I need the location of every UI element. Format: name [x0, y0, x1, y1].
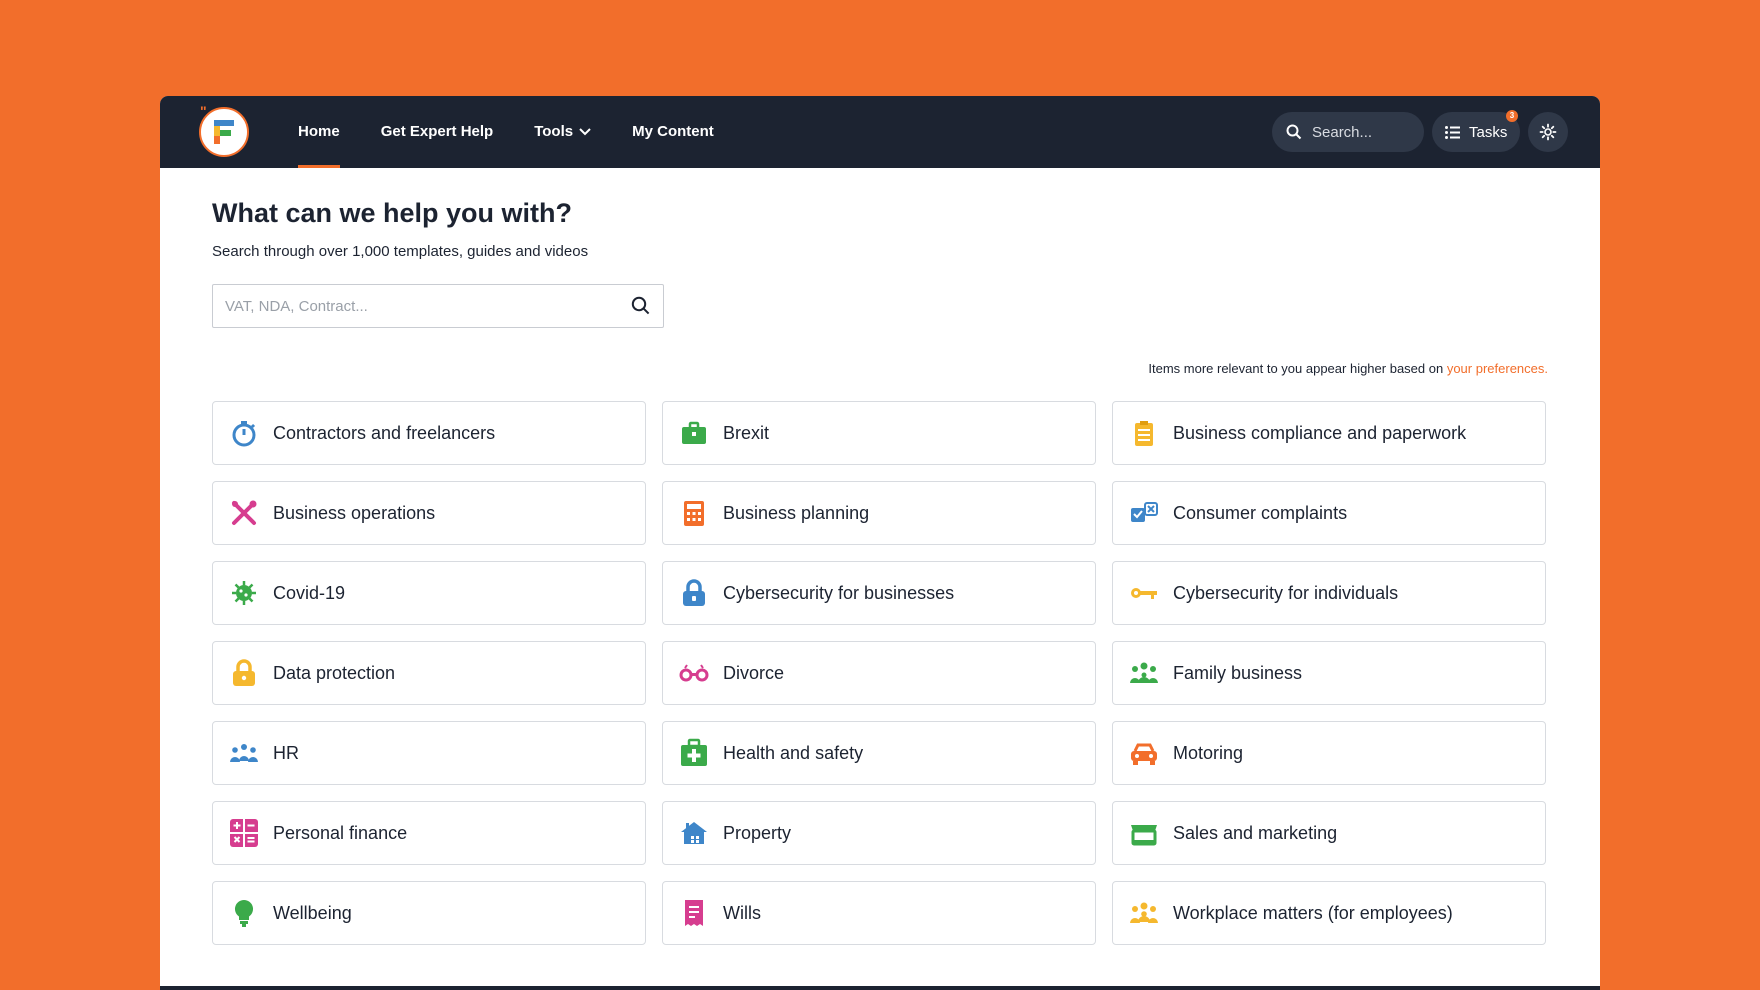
- category-card-11[interactable]: Family business: [1112, 641, 1546, 705]
- preferences-note: Items more relevant to you appear higher…: [1148, 361, 1548, 376]
- category-card-8[interactable]: Cybersecurity for individuals: [1112, 561, 1546, 625]
- lightbulb-icon: [229, 898, 259, 928]
- logo-icon: [214, 120, 234, 144]
- category-label: Workplace matters (for employees): [1173, 902, 1453, 923]
- category-card-0[interactable]: Contractors and freelancers: [212, 401, 646, 465]
- car-icon: [1129, 738, 1159, 768]
- category-card-5[interactable]: Consumer complaints: [1112, 481, 1546, 545]
- category-label: Wellbeing: [273, 902, 352, 923]
- search-icon: [631, 296, 650, 315]
- preferences-note-text: Items more relevant to you appear higher…: [1148, 361, 1447, 376]
- category-card-4[interactable]: Business planning: [662, 481, 1096, 545]
- app-window: " Home Get Expert Help Tools My Content …: [160, 96, 1600, 990]
- family-icon: [1129, 658, 1159, 688]
- category-card-7[interactable]: Cybersecurity for businesses: [662, 561, 1096, 625]
- category-card-14[interactable]: Motoring: [1112, 721, 1546, 785]
- nav-my-content-label: My Content: [632, 123, 714, 140]
- list-icon: [1445, 125, 1460, 139]
- category-card-2[interactable]: Business compliance and paperwork: [1112, 401, 1546, 465]
- top-navbar: " Home Get Expert Help Tools My Content …: [160, 96, 1600, 168]
- category-card-3[interactable]: Business operations: [212, 481, 646, 545]
- nav-home[interactable]: Home: [298, 96, 340, 168]
- category-card-16[interactable]: Property: [662, 801, 1096, 865]
- category-card-12[interactable]: HR: [212, 721, 646, 785]
- document-icon: [679, 898, 709, 928]
- category-label: Business operations: [273, 502, 436, 523]
- nav-my-content[interactable]: My Content: [632, 96, 714, 168]
- category-card-20[interactable]: Workplace matters (for employees): [1112, 881, 1546, 945]
- clipboard-icon: [1129, 418, 1159, 448]
- category-label: Divorce: [723, 662, 785, 683]
- category-label: Consumer complaints: [1173, 502, 1348, 523]
- house-icon: [679, 818, 709, 848]
- gear-icon: [1539, 123, 1557, 141]
- category-label: Family business: [1173, 662, 1303, 683]
- category-label: HR: [273, 742, 299, 763]
- nav-expert-help-label: Get Expert Help: [380, 123, 494, 140]
- global-search-placeholder: Search...: [1312, 123, 1373, 141]
- category-card-13[interactable]: Health and safety: [662, 721, 1096, 785]
- main-nav: Home Get Expert Help Tools My Content: [298, 96, 755, 168]
- category-label: Business planning: [723, 502, 870, 523]
- page-subtitle: Search through over 1,000 templates, gui…: [212, 243, 589, 260]
- tasks-count-badge: 3: [1506, 110, 1518, 122]
- group-icon: [1129, 898, 1159, 928]
- separated-rings-icon: [679, 658, 709, 688]
- search-icon: [1286, 124, 1302, 140]
- nav-tools[interactable]: Tools: [534, 96, 591, 168]
- virus-icon: [229, 578, 259, 608]
- preferences-link[interactable]: your preferences.: [1447, 361, 1548, 376]
- key-icon: [1129, 578, 1159, 608]
- briefcase-icon: [679, 418, 709, 448]
- bottom-edge-bar: [160, 986, 1600, 990]
- category-card-15[interactable]: Personal finance: [212, 801, 646, 865]
- storefront-icon: [1129, 818, 1159, 848]
- tasks-button[interactable]: Tasks 3: [1432, 110, 1520, 152]
- category-label: Covid-19: [273, 582, 346, 603]
- category-label: Motoring: [1173, 742, 1244, 763]
- category-card-9[interactable]: Data protection: [212, 641, 646, 705]
- content-search-box: [212, 284, 664, 328]
- category-label: Contractors and freelancers: [273, 422, 496, 443]
- first-aid-icon: [679, 738, 709, 768]
- chevron-down-icon: [579, 128, 591, 136]
- nav-tools-label: Tools: [534, 123, 574, 140]
- category-label: Cybersecurity for individuals: [1173, 582, 1399, 603]
- category-label: Wills: [723, 902, 761, 923]
- category-card-17[interactable]: Sales and marketing: [1112, 801, 1546, 865]
- settings-button[interactable]: [1528, 112, 1568, 152]
- category-label: Property: [723, 822, 792, 843]
- category-card-10[interactable]: Divorce: [662, 641, 1096, 705]
- content-search-input[interactable]: [213, 285, 619, 327]
- category-label: Data protection: [273, 662, 396, 683]
- page-title: What can we help you with?: [212, 198, 573, 228]
- tasks-label: Tasks: [1469, 123, 1508, 141]
- category-label: Cybersecurity for businesses: [723, 582, 955, 603]
- category-label: Health and safety: [723, 742, 864, 763]
- padlock-icon: [679, 578, 709, 608]
- logo-quote-mark: ": [200, 103, 207, 119]
- category-label: Brexit: [723, 422, 770, 443]
- global-search-button[interactable]: Search...: [1272, 112, 1424, 152]
- category-card-6[interactable]: Covid-19: [212, 561, 646, 625]
- category-label: Business compliance and paperwork: [1173, 422, 1467, 443]
- category-grid: Contractors and freelancers Brexit Busin…: [212, 401, 1546, 945]
- category-card-18[interactable]: Wellbeing: [212, 881, 646, 945]
- category-card-1[interactable]: Brexit: [662, 401, 1096, 465]
- nav-get-expert-help[interactable]: Get Expert Help: [381, 96, 494, 168]
- content-search-button[interactable]: [619, 285, 663, 327]
- nav-home-label: Home: [298, 123, 340, 140]
- people-icon: [229, 738, 259, 768]
- tools-icon: [229, 498, 259, 528]
- category-label: Personal finance: [273, 822, 408, 843]
- category-card-19[interactable]: Wills: [662, 881, 1096, 945]
- stopwatch-icon: [229, 418, 259, 448]
- checkbox-icon: [1129, 498, 1159, 528]
- nav-actions: Search... Tasks 3: [1272, 110, 1568, 152]
- calculator-icon: [679, 498, 709, 528]
- lock-icon: [229, 658, 259, 688]
- category-label: Sales and marketing: [1173, 822, 1338, 843]
- math-symbols-icon: [229, 818, 259, 848]
